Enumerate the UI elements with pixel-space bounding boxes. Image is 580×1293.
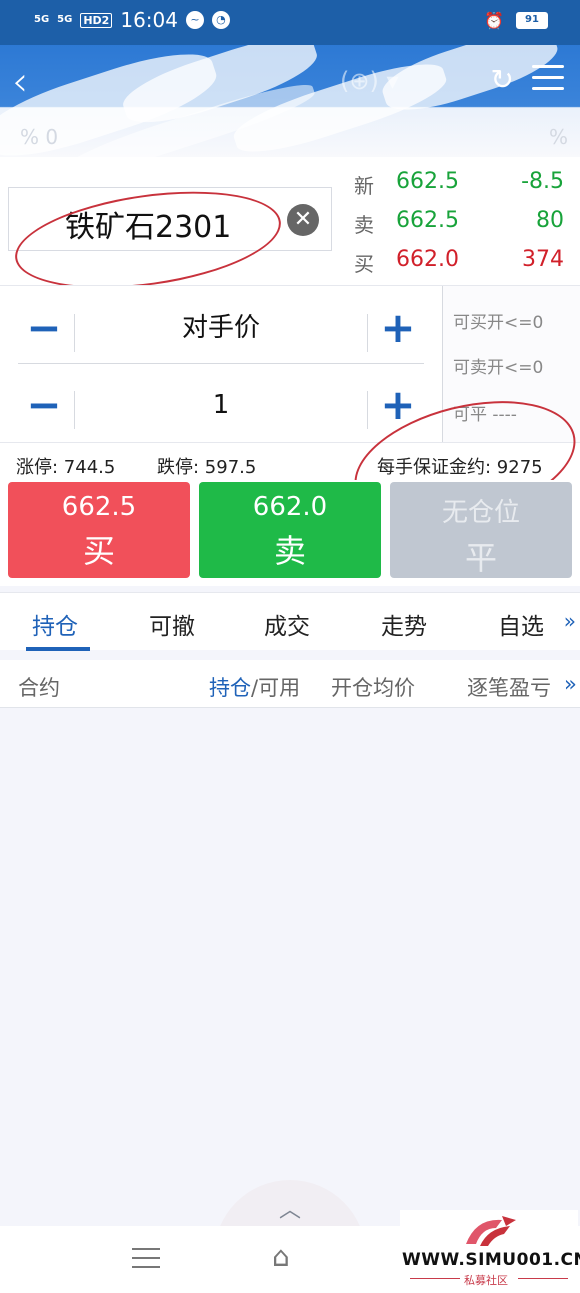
quote-label: 卖 [354, 213, 374, 237]
tab-filled[interactable]: 成交 [264, 607, 310, 641]
quote-list: 新 662.5 -8.5 卖 662.5 80 买 662.0 374 [354, 167, 570, 284]
limit-up: 涨停: 744.5 [16, 457, 116, 478]
trade-actions: 662.5 买 662.0 卖 无仓位 平 [0, 480, 580, 586]
app-notification-icon-2: ◔ [211, 11, 230, 29]
recent-apps-icon[interactable] [132, 1248, 160, 1275]
column-position: 持仓 [209, 676, 251, 700]
can-sell-open: 可卖开<=0 [453, 358, 544, 378]
close-status: 无仓位 [441, 498, 520, 528]
tab-positions[interactable]: 持仓 [32, 607, 78, 641]
refresh-icon[interactable]: ↻ [491, 63, 514, 96]
chevron-left-icon[interactable]: ‹ [12, 59, 28, 105]
positions-table-header: 合约 持仓/可用 开仓均价 逐笔盈亏 » [0, 660, 580, 708]
chevron-up-icon: ︿ [278, 1198, 301, 1223]
quote-change: -8.5 [521, 169, 564, 194]
quote-label: 新 [354, 174, 374, 198]
quote-label: 买 [354, 252, 374, 276]
clear-icon[interactable]: ✕ [287, 204, 319, 236]
active-tab-indicator [26, 647, 90, 651]
column-contract: 合约 [18, 676, 60, 700]
hd-voice-icon: HD2 [80, 12, 113, 28]
app-header: (⊕) ▾ % 0 % ‹ ↻ [0, 45, 580, 157]
price-stepper: − 对手价 + [18, 298, 424, 358]
watermark-logo-icon [466, 1216, 516, 1246]
header-faded-text: % 0 [20, 125, 59, 149]
watermark: WWW.SIMU001.CN 私募社区 [400, 1210, 580, 1290]
quote-price: 662.5 [396, 208, 459, 233]
watermark-sub: 私募社区 [464, 1274, 508, 1287]
table-more-icon[interactable]: » [564, 672, 577, 696]
buy-label: 买 [82, 532, 115, 570]
signal-indicator-1: 5G [34, 14, 50, 25]
column-pnl: 逐笔盈亏 [467, 676, 551, 700]
price-plus-button[interactable]: + [372, 298, 424, 358]
symbol-input[interactable]: 铁矿石2301 ✕ [8, 187, 332, 251]
symbol-quote-panel: 铁矿石2301 ✕ 新 662.5 -8.5 卖 662.5 80 买 662.… [0, 157, 580, 304]
price-minus-button[interactable]: − [18, 298, 70, 358]
quote-volume: 374 [522, 247, 564, 272]
battery-indicator: 91 [516, 12, 548, 29]
limits-row: 涨停: 744.5 跌停: 597.5 每手保证金约: 9275 [0, 442, 580, 480]
column-available: /可用 [251, 676, 301, 700]
quote-price: 662.5 [396, 169, 459, 194]
signal-indicator-2: 5G [57, 14, 73, 25]
positions-list-empty [0, 709, 580, 1229]
tab-watchlist[interactable]: 自选 [498, 607, 544, 641]
quote-volume: 80 [536, 208, 564, 233]
available-panel: 可买开<=0 可卖开<=0 可平 ---- [442, 286, 580, 443]
sell-button[interactable]: 662.0 卖 [199, 482, 381, 578]
sell-label: 卖 [273, 532, 306, 570]
can-close: 可平 ---- [453, 405, 517, 425]
quantity-plus-button[interactable]: + [372, 375, 424, 435]
quote-price: 662.0 [396, 247, 459, 272]
price-mode-value[interactable]: 对手价 [78, 298, 364, 358]
buy-price: 662.5 [61, 492, 137, 522]
tab-cancelable[interactable]: 可撤 [149, 607, 195, 641]
alarm-icon: ⏰ [484, 11, 504, 30]
quote-row-bid: 买 662.0 374 [354, 245, 570, 284]
header-faded-text-right: % [548, 125, 568, 149]
header-faded-title-icon: (⊕) ▾ [340, 67, 399, 95]
quantity-value[interactable]: 1 [78, 375, 364, 435]
can-buy-open: 可买开<=0 [453, 313, 544, 333]
status-bar: 5G 5G HD2 16:04 ~ ◔ ⏰ 91 [0, 0, 580, 45]
quote-row-ask: 卖 662.5 80 [354, 206, 570, 245]
close-position-button[interactable]: 无仓位 平 [390, 482, 572, 578]
order-entry: − 对手价 + − 1 + 可买开<=0 可卖开<=0 可平 ---- [0, 285, 580, 443]
margin-per-lot: 每手保证金约: 9275 [377, 457, 543, 478]
quote-row-latest: 新 662.5 -8.5 [354, 167, 570, 206]
symbol-name: 铁矿石2301 [65, 210, 232, 245]
column-open-avg-price: 开仓均价 [331, 676, 415, 700]
quantity-stepper: − 1 + [18, 375, 424, 435]
clock-time: 16:04 [120, 8, 178, 32]
quantity-minus-button[interactable]: − [18, 375, 70, 435]
buy-button[interactable]: 662.5 买 [8, 482, 190, 578]
close-label: 平 [464, 539, 497, 577]
limit-down: 跌停: 597.5 [157, 457, 257, 478]
watermark-url: WWW.SIMU001.CN [402, 1250, 580, 1270]
menu-icon[interactable] [532, 65, 564, 98]
sell-price: 662.0 [252, 492, 328, 522]
home-icon[interactable]: ⌂ [272, 1240, 290, 1273]
column-position-available[interactable]: 持仓/可用 [209, 672, 300, 702]
tab-trend[interactable]: 走势 [381, 607, 427, 641]
app-notification-icon: ~ [185, 11, 204, 29]
bottom-tabs: 持仓 可撤 成交 走势 自选 » [0, 592, 580, 651]
tabs-more-icon[interactable]: » [564, 609, 576, 633]
